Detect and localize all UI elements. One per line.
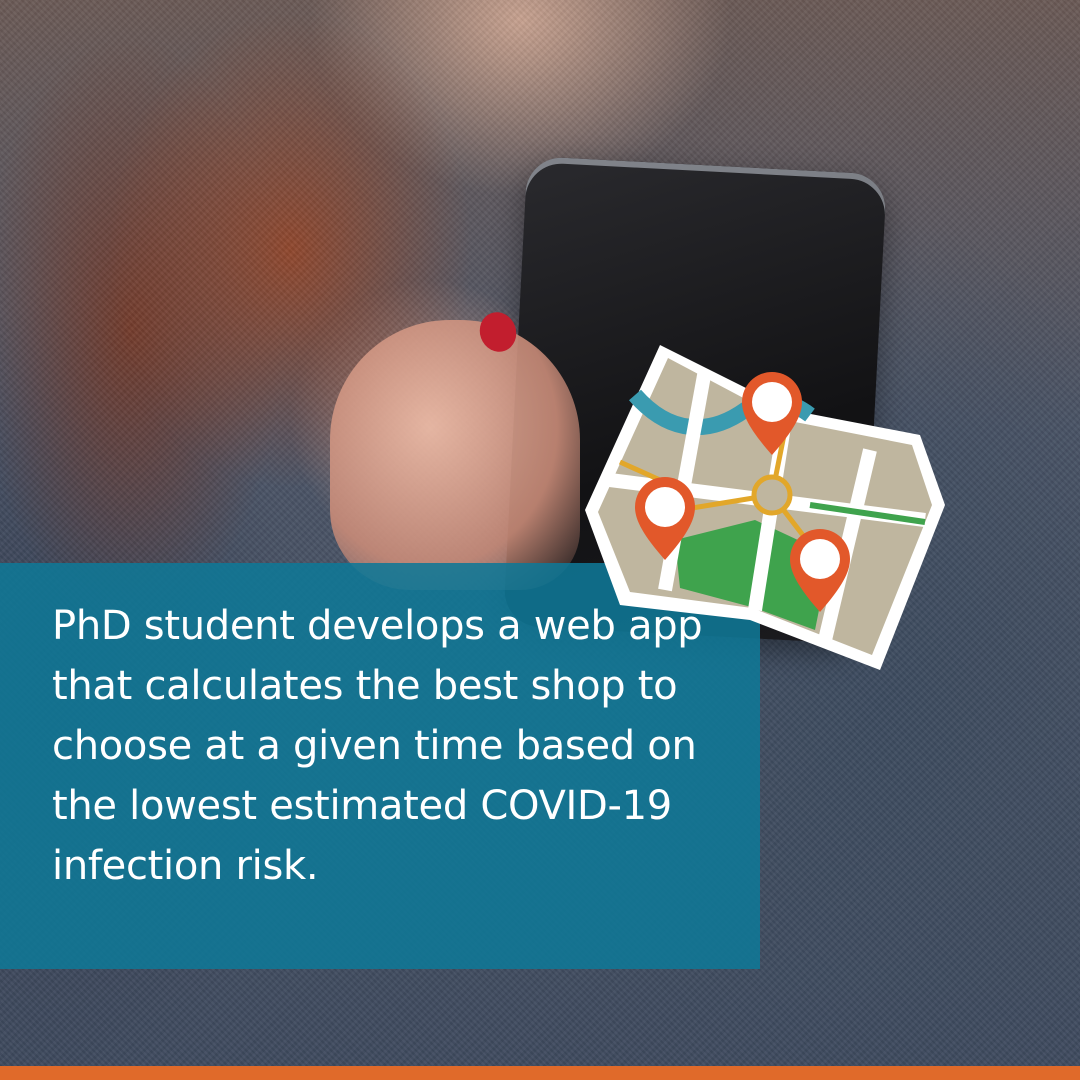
social-post-graphic: PhD student develops a web app that calc… — [0, 0, 1080, 1080]
map-with-location-pins-icon — [585, 345, 945, 670]
hand-image — [330, 320, 580, 590]
roundabout — [751, 474, 793, 516]
bottom-accent-bar — [0, 1066, 1080, 1080]
